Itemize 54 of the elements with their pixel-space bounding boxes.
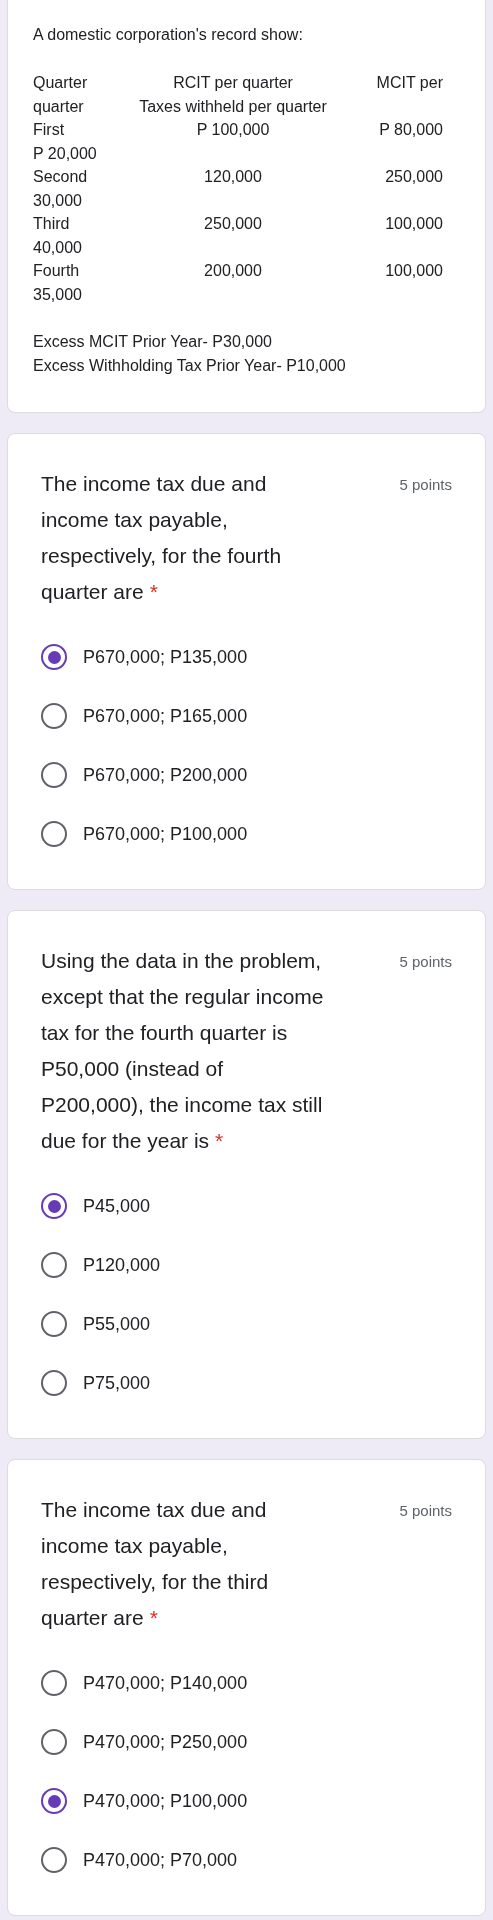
table-text: quarter xyxy=(33,96,84,117)
table-text: 30,000 xyxy=(33,190,82,211)
points-label: 5 points xyxy=(399,1501,452,1521)
radio-option[interactable]: P45,000 xyxy=(41,1191,452,1221)
note-text: Excess Withholding Tax Prior Year- P10,000 xyxy=(33,356,347,376)
table-text: Taxes withheld per quarter xyxy=(139,96,327,117)
points-label: 5 points xyxy=(399,475,452,495)
radio-option[interactable]: P470,000; P250,000 xyxy=(41,1727,452,1757)
radio-option[interactable]: P670,000; P200,000 xyxy=(41,760,452,790)
radio-button[interactable] xyxy=(41,1729,67,1755)
radio-button[interactable] xyxy=(41,1370,67,1396)
table-text: Quarter xyxy=(33,73,88,93)
radio-option[interactable]: P670,000; P100,000 xyxy=(41,819,452,849)
radio-button[interactable] xyxy=(41,644,67,670)
radio-button[interactable] xyxy=(41,1252,67,1278)
table-text: P 80,000 xyxy=(379,120,443,140)
radio-button[interactable] xyxy=(41,703,67,729)
question-text: Using the data in the problem, except that the regular income tax for the fourth quarter is P50,000 (instead of P200,000), the income tax still due for the year is * xyxy=(41,948,325,1154)
table-text: 100,000 xyxy=(385,214,443,234)
table-text: 100,000 xyxy=(385,261,443,281)
table-text: 35,000 xyxy=(33,284,82,305)
intro-text: A domestic corporation's record show: xyxy=(33,25,304,45)
note-text: Excess MCIT Prior Year- P30,000 xyxy=(33,332,273,352)
radio-button[interactable] xyxy=(41,1311,67,1337)
question-text: The income tax due and income tax payable, respectively, for the third quarter are * xyxy=(41,1497,270,1631)
radio-button[interactable] xyxy=(41,1670,67,1696)
radio-option[interactable]: P470,000; P140,000 xyxy=(41,1668,452,1698)
radio-button[interactable] xyxy=(41,1193,67,1219)
table-text: RCIT per quarter xyxy=(173,73,293,93)
table-text: 200,000 xyxy=(204,261,262,281)
table-text: P 100,000 xyxy=(196,120,270,140)
radio-option[interactable]: P470,000; P70,000 xyxy=(41,1845,452,1875)
points-label: 5 points xyxy=(399,952,452,972)
table-text: Third xyxy=(33,214,70,234)
table-text: 250,000 xyxy=(204,214,262,234)
radio-option[interactable]: P120,000 xyxy=(41,1250,452,1280)
radio-option[interactable]: P670,000; P165,000 xyxy=(41,701,452,731)
radio-option[interactable]: P55,000 xyxy=(41,1309,452,1339)
table-text: 250,000 xyxy=(385,167,443,187)
question-text: The income tax due and income tax payable, respectively, for the fourth quarter are * xyxy=(41,471,283,605)
table-text: Fourth xyxy=(33,261,80,281)
radio-button[interactable] xyxy=(41,1847,67,1873)
table-text: First xyxy=(33,120,65,140)
table-text: 40,000 xyxy=(33,237,82,258)
radio-option[interactable]: P670,000; P135,000 xyxy=(41,642,452,672)
radio-button[interactable] xyxy=(41,821,67,847)
radio-option[interactable]: P470,000; P100,000 xyxy=(41,1786,452,1816)
table-text: P 20,000 xyxy=(33,143,97,164)
table-text: MCIT per xyxy=(376,73,443,93)
table-text: 120,000 xyxy=(204,167,262,187)
radio-button[interactable] xyxy=(41,762,67,788)
radio-button[interactable] xyxy=(41,1788,67,1814)
table-text: Second xyxy=(33,167,88,187)
radio-option[interactable]: P75,000 xyxy=(41,1368,452,1398)
